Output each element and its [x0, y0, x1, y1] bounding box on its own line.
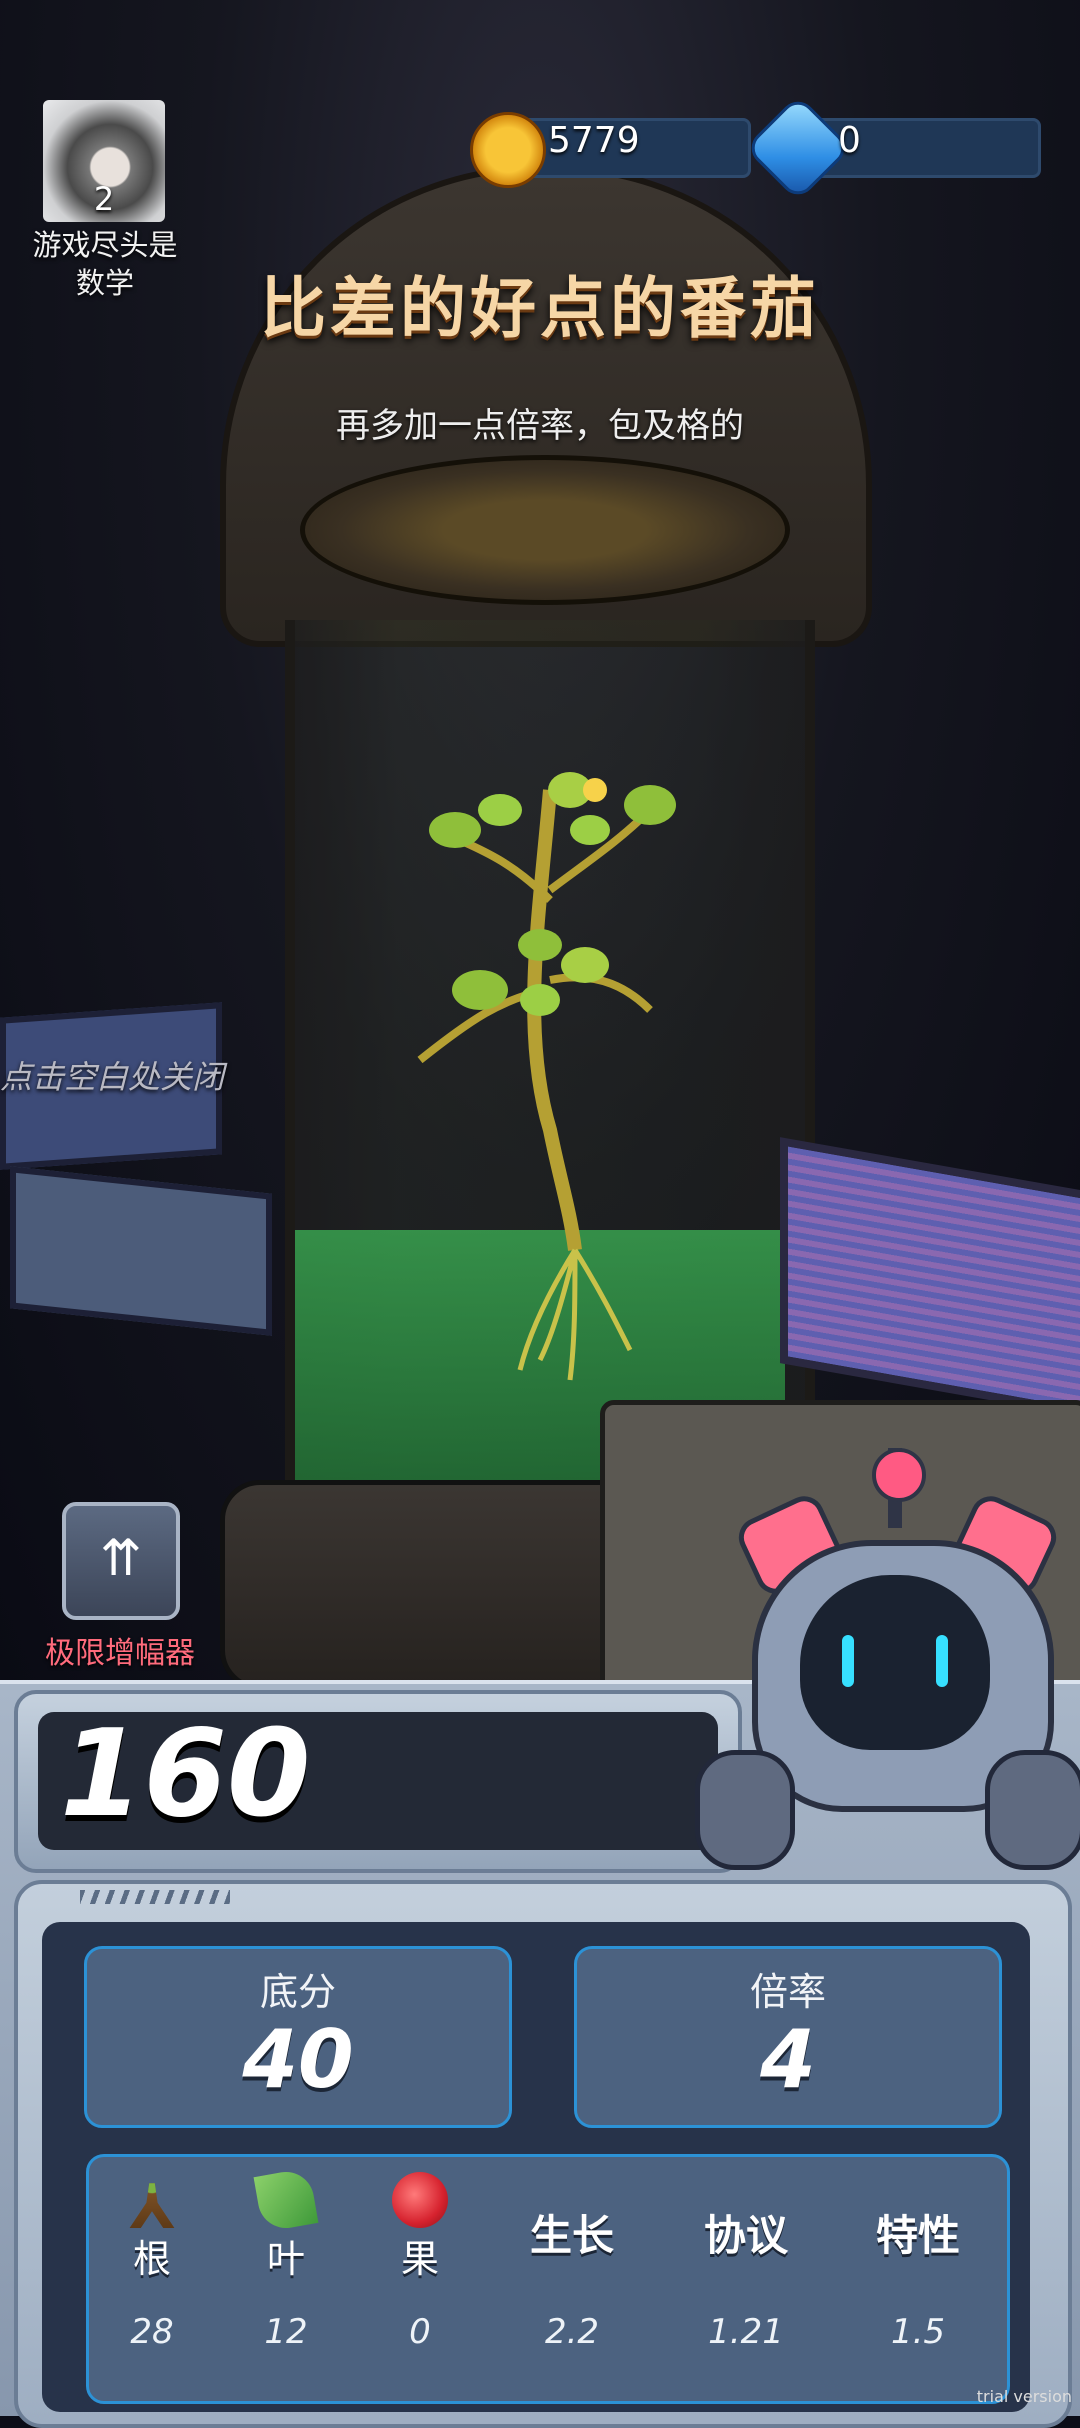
attribute-fruit-name: 果	[400, 2237, 439, 2281]
attribute-growth-value: 2.2	[544, 2312, 600, 2352]
triple-arrow-up-icon: ⇈	[100, 1529, 142, 1587]
plant-description: 再多加一点倍率，包及格的	[336, 406, 744, 446]
attribute-leaf-value: 12	[264, 2312, 308, 2352]
fruit-icon	[392, 2172, 448, 2228]
robot-left-eye	[842, 1635, 854, 1687]
leaf-icon	[253, 2167, 319, 2233]
attribute-leaf-name: 叶	[266, 2237, 305, 2281]
player-level: 2	[93, 180, 115, 218]
attribute-growth-name: 生长	[529, 2211, 614, 2260]
base-score-value: 40	[242, 2013, 354, 2106]
robot-right-eye	[936, 1635, 948, 1687]
amplifier-label: 极限增幅器	[45, 1636, 195, 1671]
robot-antenna-ball	[872, 1448, 926, 1502]
attribute-protocol-name: 协议	[703, 2211, 788, 2260]
attribute-root: 根	[92, 2172, 212, 2283]
trial-watermark: trial version	[976, 2387, 1072, 2406]
robot-right-arm	[985, 1750, 1080, 1870]
coin-amount: 5779	[548, 120, 640, 161]
base-score-label: 底分	[259, 1970, 336, 2014]
base-score-box: 底分 40	[84, 1946, 512, 2128]
amplifier-button[interactable]: ⇈	[62, 1502, 180, 1620]
game-scene[interactable]: 2 游戏尽头是 数学 5779 0 比差的好点的番茄 再多加一点倍率，包及格的 …	[0, 0, 1080, 1690]
attribute-fruit: 果	[360, 2172, 480, 2283]
plant-name-title: 比差的好点的番茄	[260, 270, 820, 347]
multiplier-box: 倍率 4	[574, 1946, 1002, 2128]
attribute-fruit-value: 0	[409, 2312, 431, 2352]
robot-left-arm	[695, 1750, 795, 1870]
coin-icon	[470, 112, 546, 188]
total-score: 160	[60, 1705, 311, 1844]
attribute-root-value: 28	[130, 2312, 174, 2352]
right-monitor	[780, 1137, 1080, 1419]
attribute-protocol-value: 1.21	[708, 2312, 784, 2352]
gem-icon	[744, 94, 852, 202]
close-hint: 点击空白处关闭	[0, 1058, 225, 1096]
tomato-plant	[417, 772, 676, 1381]
attribute-root-name: 根	[132, 2237, 171, 2281]
incubator-light-ring	[300, 455, 790, 605]
robot-face	[800, 1575, 990, 1750]
multiplier-label: 倍率	[749, 1970, 826, 2014]
root-icon	[129, 2183, 175, 2228]
left-console	[10, 1166, 272, 1336]
attributes-box	[86, 2154, 1010, 2404]
attribute-leaf: 叶	[226, 2167, 346, 2283]
gem-amount: 0	[838, 120, 861, 161]
attribute-trait-value: 1.5	[890, 2312, 946, 2352]
vent-stripes	[80, 1890, 230, 1904]
attribute-trait-name: 特性	[875, 2211, 960, 2260]
multiplier-value: 4	[760, 2013, 816, 2106]
